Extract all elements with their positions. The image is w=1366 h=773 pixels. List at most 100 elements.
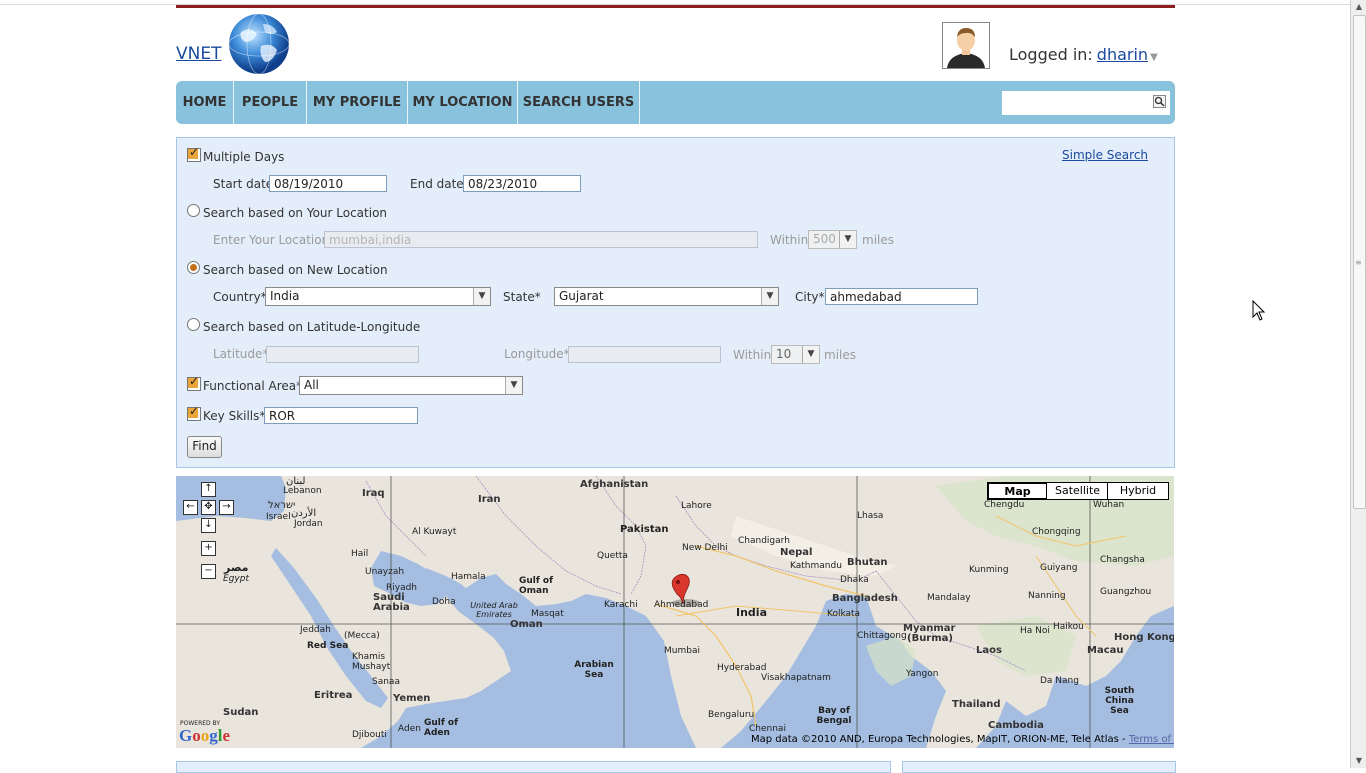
country-select[interactable]: India ▼ (265, 287, 491, 306)
scroll-down-icon[interactable]: ▼ (1351, 754, 1366, 768)
map-label: India (736, 606, 767, 619)
map-label: Hail (351, 549, 369, 559)
nav-my-profile[interactable]: MY PROFILE (307, 81, 408, 124)
search-icon[interactable] (1153, 95, 1166, 108)
chevron-down-icon: ▼ (473, 288, 490, 305)
miles-label-2: miles (824, 348, 856, 362)
map-label: الأردن (291, 508, 317, 519)
country-select-value: India (270, 289, 300, 303)
map-label: Chandigarh (738, 536, 790, 546)
your-location-radio[interactable] (187, 204, 200, 217)
zoom-in-icon[interactable]: + (201, 541, 216, 556)
state-select[interactable]: Gujarat ▼ (554, 287, 779, 306)
enter-location-label: Enter Your Location (213, 233, 330, 247)
your-location-label: Search based on Your Location (203, 206, 388, 220)
multiple-days-checkbox[interactable] (187, 145, 201, 162)
globe-icon (228, 13, 290, 75)
nav-my-location[interactable]: MY LOCATION (408, 81, 518, 124)
start-date-label: Start date (213, 177, 274, 191)
latlng-label: Search based on Latitude-Longitude (203, 320, 421, 334)
logged-in-label: Logged in: (1009, 45, 1093, 64)
map-label: Gulf of Aden (424, 718, 459, 738)
map-label: Sanaa (372, 677, 400, 687)
user-avatar-icon (943, 23, 989, 68)
functional-area-checkbox[interactable] (187, 374, 201, 391)
map-type-control: Map Satellite Hybrid (987, 482, 1169, 500)
state-label: State* (503, 290, 541, 304)
map-label: Chennai (749, 724, 786, 734)
zoom-out-icon[interactable]: − (201, 564, 216, 579)
find-button[interactable]: Find (187, 436, 222, 458)
map-label: Arabian Sea (574, 660, 614, 680)
map-label: Sudan (223, 707, 259, 718)
pan-right-icon[interactable]: → (219, 500, 234, 515)
functional-area-select[interactable]: All ▼ (299, 376, 523, 395)
map-label: Hyderabad (717, 663, 767, 673)
map-label: Jeddah (300, 625, 331, 635)
google-map[interactable]: لبنان Lebanon ישראל Israel الأردن Jordan… (176, 476, 1174, 748)
start-date-input[interactable]: 08/19/2010 (269, 175, 387, 192)
map-label: Gulf of Oman (519, 576, 554, 596)
chevron-down-icon: ▼ (802, 346, 819, 363)
map-label: Pakistan (620, 524, 669, 535)
nav-people[interactable]: PEOPLE (234, 81, 307, 124)
map-type-hybrid-button[interactable]: Hybrid (1108, 483, 1168, 499)
map-label: Quetta (597, 551, 628, 561)
logo-link[interactable]: VNET (176, 44, 221, 64)
avatar[interactable] (942, 22, 990, 69)
user-menu-caret-icon[interactable]: ▼ (1150, 52, 1158, 63)
key-skills-checkbox[interactable] (187, 404, 201, 421)
map-label: New Delhi (682, 543, 728, 553)
map-label: Macau (1087, 645, 1124, 656)
pan-left-icon[interactable]: ← (183, 500, 198, 515)
map-label: Saudi Arabia (373, 592, 410, 613)
enter-location-input[interactable]: mumbai,india (324, 231, 758, 248)
map-label: South China Sea (1104, 686, 1135, 716)
end-date-input[interactable]: 08/23/2010 (463, 175, 581, 192)
map-label: Masqat (531, 609, 564, 619)
map-label: Ha Noi (1020, 626, 1050, 636)
key-skills-input[interactable]: ROR (264, 407, 418, 424)
pan-center-icon[interactable]: ✥ (201, 500, 216, 515)
latitude-input[interactable] (266, 346, 419, 363)
pan-up-icon[interactable]: ↑ (201, 482, 216, 497)
username-link[interactable]: dharin (1097, 45, 1148, 64)
latlng-radio[interactable] (187, 318, 200, 331)
simple-search-link[interactable]: Simple Search (1062, 148, 1148, 162)
new-location-radio[interactable] (187, 261, 200, 274)
map-label: Djibouti (352, 730, 387, 740)
scroll-up-icon[interactable]: ▲ (1351, 0, 1366, 14)
map-type-map-button[interactable]: Map (988, 483, 1047, 499)
map-label: Israel (266, 512, 291, 522)
site-search-input[interactable] (1002, 91, 1170, 115)
within-select-2[interactable]: 10 ▼ (771, 345, 820, 364)
new-location-label: Search based on New Location (203, 263, 388, 277)
within-label-1: Within (770, 233, 809, 247)
map-terrain (176, 476, 1174, 748)
chevron-down-icon: ▼ (839, 231, 856, 248)
map-label: Chittagong (857, 631, 907, 641)
terms-of-use-link[interactable]: Terms of Use (1129, 734, 1174, 745)
map-label: (Mecca) (344, 631, 380, 641)
map-label: Al Kuwayt (412, 527, 457, 537)
map-label: Afghanistan (580, 479, 649, 490)
google-logo[interactable]: Google (179, 726, 230, 746)
map-label: Dhaka (840, 575, 869, 585)
map-label: Lhasa (857, 511, 884, 521)
city-input[interactable]: ahmedabad (825, 288, 978, 305)
map-label: Kolkata (827, 609, 861, 619)
nav-search-users[interactable]: SEARCH USERS (518, 81, 640, 124)
map-label: Laos (976, 645, 1002, 656)
state-select-value: Gujarat (559, 289, 604, 303)
pan-down-icon[interactable]: ↓ (201, 518, 216, 533)
within-select-1[interactable]: 500 ▼ (808, 230, 857, 249)
vertical-scrollbar[interactable]: ▲ ≡ ▼ (1350, 0, 1366, 768)
map-label: Jordan (294, 519, 323, 529)
nav-home[interactable]: HOME (176, 81, 234, 124)
functional-area-select-value: All (304, 378, 319, 392)
within-select-1-value: 500 (813, 232, 836, 246)
map-type-satellite-button[interactable]: Satellite (1048, 483, 1108, 499)
longitude-input[interactable] (568, 346, 721, 363)
map-label: Lebanon (283, 486, 322, 496)
map-label: Bangladesh (832, 593, 898, 604)
